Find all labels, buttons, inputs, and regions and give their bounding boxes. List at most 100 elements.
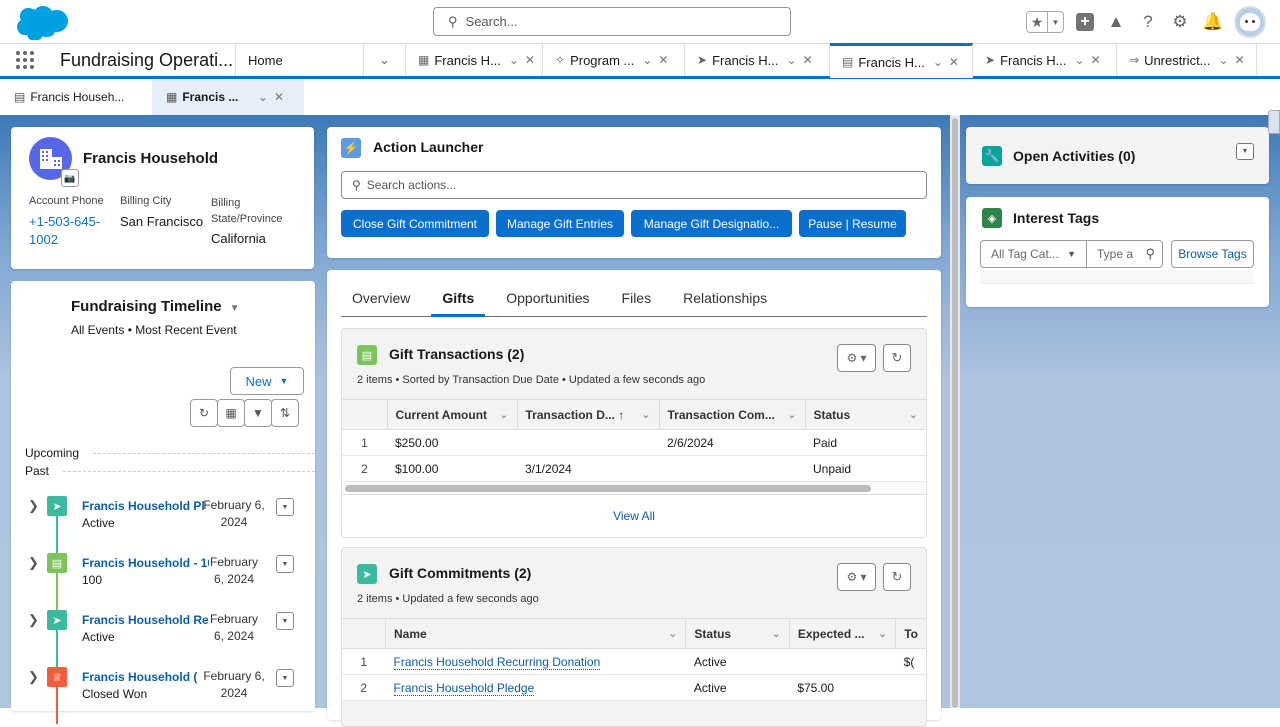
nav-tab[interactable]: ➤ Francis H... ⌄✕ xyxy=(685,44,830,76)
tag-category-select[interactable]: All Tag Cat... ▼ xyxy=(980,240,1087,268)
expand-chevron-icon[interactable]: ❯ xyxy=(28,555,39,571)
list-settings-gear-icon[interactable]: ⚙ ▾ xyxy=(837,344,876,372)
star-icon[interactable]: ★ xyxy=(1027,12,1047,32)
calendar-icon[interactable]: ▦ xyxy=(217,399,245,427)
timeline-item-link[interactable]: Francis Household Recu xyxy=(82,613,209,627)
horizontal-scrollbar[interactable] xyxy=(342,482,926,495)
salesforce-logo[interactable] xyxy=(12,4,68,40)
nav-tab[interactable]: ▦ Francis H... ⌄✕ xyxy=(406,44,543,76)
refresh-icon[interactable]: ↻ xyxy=(883,563,911,591)
record-link[interactable]: Francis Household Pledge xyxy=(393,680,535,696)
timeline-item-link[interactable]: Francis Household Pl xyxy=(82,499,209,513)
help-icon[interactable]: ? xyxy=(1138,12,1158,32)
related-list-title[interactable]: Gift Transactions (2) xyxy=(389,346,524,362)
browse-tags-button[interactable]: Browse Tags xyxy=(1171,240,1254,268)
search-actions-input[interactable]: ⚲ Search actions... xyxy=(341,171,927,199)
chevron-down-icon: ⌄ xyxy=(787,408,797,421)
user-avatar[interactable] xyxy=(1234,6,1266,38)
account-phone-link[interactable]: +1-503-645- 1002 xyxy=(29,213,104,249)
item-menu-icon[interactable]: ▼ xyxy=(276,555,294,573)
vertical-scrollbar[interactable] xyxy=(950,115,960,708)
subtab[interactable]: ▤ Francis Househ... xyxy=(0,79,152,115)
subtab-active[interactable]: ▦ Francis ... ⌄✕ xyxy=(152,79,304,115)
timeline-item-link[interactable]: Francis Household ( xyxy=(82,670,209,684)
tab-relationships[interactable]: Relationships xyxy=(672,284,778,317)
column-header[interactable]: Transaction Com... ⌄ xyxy=(658,399,805,430)
nav-tab[interactable]: ➤ Francis H... ⌄✕ xyxy=(973,44,1117,76)
expand-chevron-icon[interactable]: ❯ xyxy=(28,612,39,628)
tab-files[interactable]: Files xyxy=(611,284,663,317)
utility-panel-toggle[interactable] xyxy=(1268,110,1280,134)
column-header[interactable]: Status ⌄ xyxy=(804,399,926,430)
manage-gift-entries-button[interactable]: Manage Gift Entries xyxy=(496,210,624,237)
sort-icon[interactable]: ⇅ xyxy=(271,399,299,427)
setup-gear-icon[interactable]: ⚙ xyxy=(1170,12,1190,32)
timeline-item: ❯ ▤ Francis Household - 100 100 February… xyxy=(11,553,315,610)
dropdown-menu-icon[interactable]: ▼ xyxy=(1236,143,1254,160)
refresh-icon[interactable]: ↻ xyxy=(883,344,911,372)
nav-tab[interactable]: ✧ Program ... ⌄✕ xyxy=(543,44,685,76)
item-menu-icon[interactable]: ▼ xyxy=(276,498,294,516)
app-name: Fundraising Operati... xyxy=(50,44,236,76)
tab-controls[interactable]: ⌄✕ xyxy=(634,53,674,67)
app-launcher-button[interactable] xyxy=(0,44,50,76)
column-header[interactable]: Status ⌄ xyxy=(685,618,790,649)
tab-controls[interactable]: ⌄✕ xyxy=(925,55,965,69)
record-link[interactable]: Francis Household Recurring Donation xyxy=(393,654,601,670)
open-activities-card: 🔧 Open Activities (0) ▼ xyxy=(966,127,1269,184)
refresh-icon[interactable]: ↻ xyxy=(190,399,218,427)
expand-chevron-icon[interactable]: ❯ xyxy=(28,498,39,514)
section-upcoming[interactable]: Upcoming xyxy=(25,446,315,460)
timeline-item-link[interactable]: Francis Household - 100 xyxy=(82,556,209,570)
tab-gifts[interactable]: Gifts xyxy=(431,284,486,317)
related-list-title[interactable]: Gift Commitments (2) xyxy=(389,565,531,581)
tab-controls[interactable]: ⌄✕ xyxy=(1067,53,1107,67)
item-menu-icon[interactable]: ▼ xyxy=(276,669,294,687)
favorites-dropdown-icon[interactable]: ▼ xyxy=(1047,12,1063,32)
chevron-down-icon: ⌄ xyxy=(908,408,918,421)
section-past[interactable]: Past xyxy=(25,464,315,478)
notifications-bell-icon[interactable]: 🔔 xyxy=(1202,12,1223,32)
tab-controls[interactable]: ⌄✕ xyxy=(258,90,290,104)
record-tabset: Overview Gifts Opportunities Files Relat… xyxy=(327,270,941,727)
tab-overview[interactable]: Overview xyxy=(341,284,421,317)
table-row: 2 $100.00 3/1/2024 Unpaid xyxy=(342,455,926,482)
pause-resume-button[interactable]: Pause | Resume xyxy=(799,210,906,237)
close-gift-commitment-button[interactable]: Close Gift Commitment xyxy=(341,210,489,237)
tab-opportunities[interactable]: Opportunities xyxy=(495,284,600,317)
column-header[interactable]: Name ⌄ xyxy=(384,618,686,649)
global-actions-add-icon[interactable]: + xyxy=(1076,13,1094,31)
lightning-bolt-icon: ⚡ xyxy=(341,138,361,158)
gift-transaction-icon: ▤ xyxy=(14,90,26,104)
gift-transaction-icon: ▤ xyxy=(47,553,67,573)
camera-icon[interactable]: 📷 xyxy=(61,169,79,187)
trailhead-icon[interactable]: ▲ xyxy=(1106,12,1126,32)
nav-tab[interactable]: ⇒ Unrestrict... ⌄✕ xyxy=(1117,44,1257,76)
tab-controls[interactable]: ⌄✕ xyxy=(779,53,819,67)
tab-controls[interactable]: ⌄✕ xyxy=(1211,53,1251,67)
new-button[interactable]: New ▼ xyxy=(230,367,304,395)
column-header[interactable]: Expected ... ⌄ xyxy=(788,618,896,649)
list-settings-gear-icon[interactable]: ⚙ ▾ xyxy=(837,563,876,591)
gift-commitment-icon: ➤ xyxy=(47,496,67,516)
nav-tab-active[interactable]: ▤ Francis H... ⌄✕ xyxy=(830,43,973,78)
nav-tab-home[interactable]: Home xyxy=(236,44,364,76)
item-menu-icon[interactable]: ▼ xyxy=(276,612,294,630)
tag-search-input[interactable]: Type a ⚲ xyxy=(1086,240,1163,268)
favorites-button[interactable]: ★ ▼ xyxy=(1026,11,1064,33)
gift-commitment-icon: ➤ xyxy=(697,53,708,67)
view-all-link[interactable]: View All xyxy=(342,495,926,537)
timeline-title[interactable]: Fundraising Timeline ▼ xyxy=(71,298,240,315)
expand-chevron-icon[interactable]: ❯ xyxy=(28,669,39,685)
manage-gift-designations-button[interactable]: Manage Gift Designatio... xyxy=(631,210,792,237)
column-header[interactable]: To xyxy=(895,618,926,649)
global-search-input[interactable]: ⚲ Search... xyxy=(433,7,791,36)
nav-menu-dropdown[interactable]: ⌄ xyxy=(364,44,406,76)
global-header: ⚲ Search... ★ ▼ + ▲ ? ⚙ 🔔 xyxy=(0,0,1280,44)
column-header[interactable]: Transaction D... ↑ ⌄ xyxy=(516,399,659,430)
open-activities-title[interactable]: Open Activities (0) xyxy=(1013,148,1135,164)
filter-icon[interactable]: ▼ xyxy=(244,399,272,427)
timeline-item: ❯ ➤ Francis Household Recu Active Februa… xyxy=(11,610,315,667)
tab-controls[interactable]: ⌄✕ xyxy=(501,53,541,67)
column-header[interactable]: Current Amount ⌄ xyxy=(386,399,517,430)
